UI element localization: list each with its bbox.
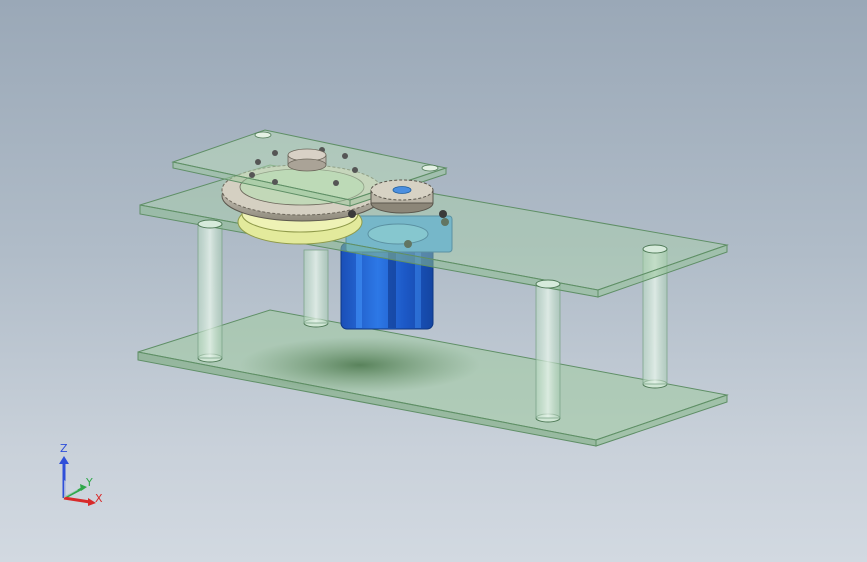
z-axis-label: Z <box>60 442 68 455</box>
coordinate-triad: Z Y X <box>59 442 103 506</box>
y-axis-label: Y <box>85 476 93 489</box>
x-axis-line <box>63 496 91 504</box>
3d-viewport[interactable] <box>0 0 867 562</box>
x-axis-label: X <box>95 492 103 505</box>
bottom-plate[interactable] <box>137 309 729 447</box>
pinion-gear[interactable] <box>370 179 434 214</box>
center-shaft[interactable] <box>287 148 327 172</box>
z-arrow-icon <box>59 456 69 464</box>
